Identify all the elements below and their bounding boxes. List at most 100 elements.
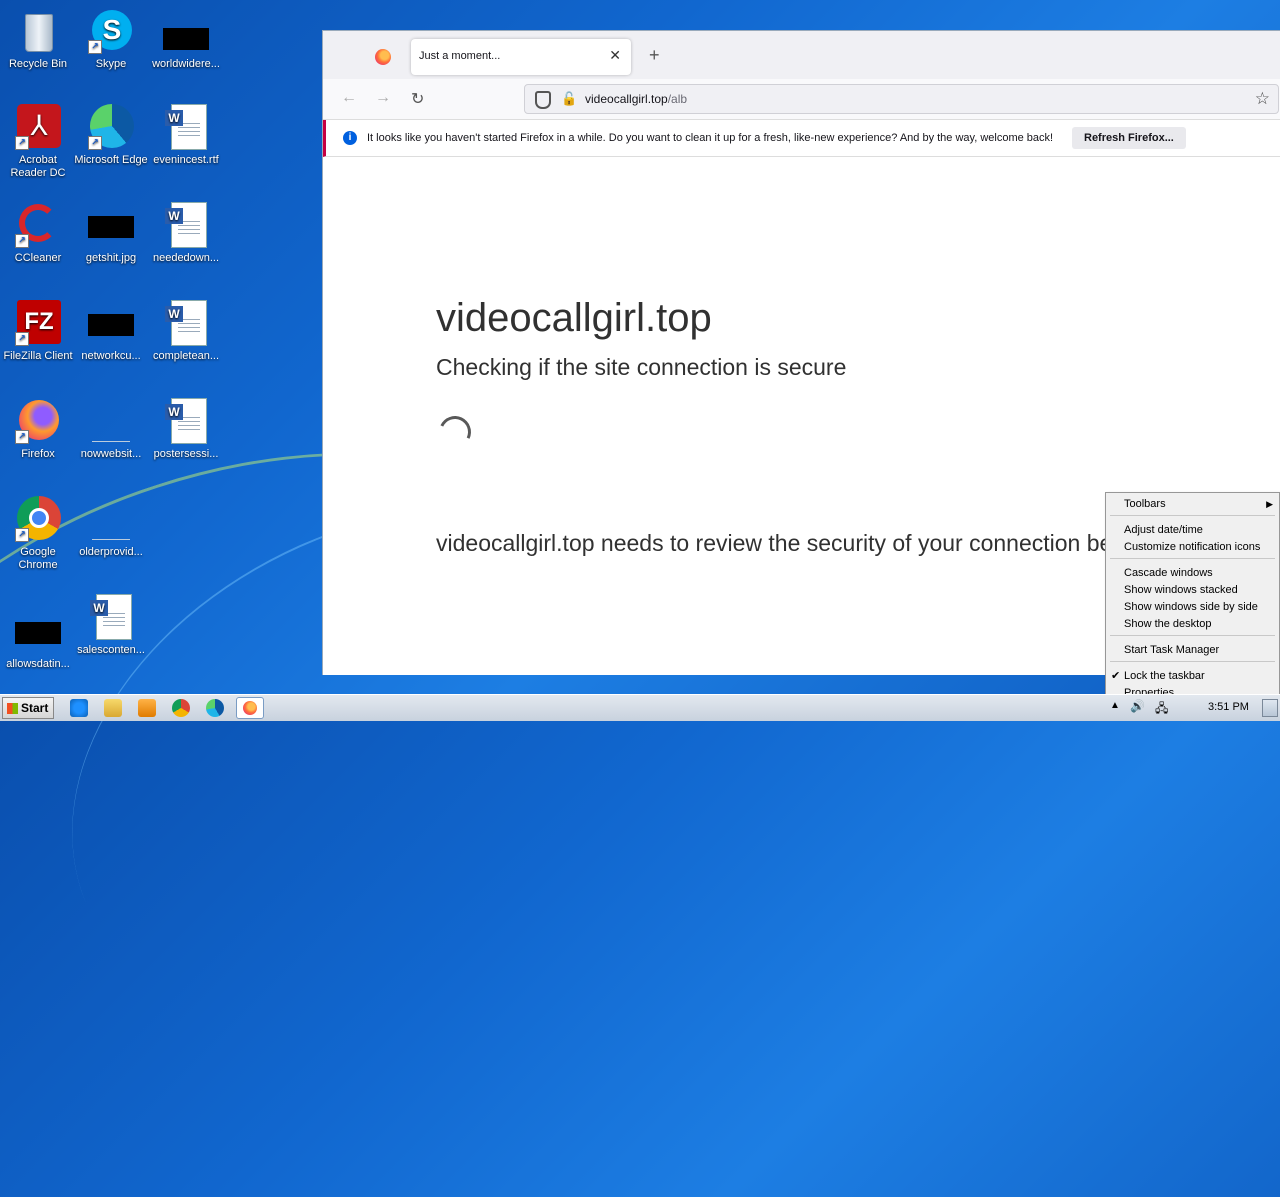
desktop-icon-salesconten[interactable]: W salesconten... — [73, 594, 149, 657]
volume-icon[interactable]: 🔊 — [1130, 699, 1145, 713]
menu-item-show-desktop[interactable]: Show the desktop — [1124, 618, 1211, 630]
word-doc-icon: W — [163, 300, 209, 346]
word-doc-icon: W — [163, 104, 209, 150]
notification-text: It looks like you haven't started Firefo… — [367, 132, 1054, 144]
reload-icon[interactable]: ↻ — [411, 89, 424, 109]
url-text: videocallgirl.top/alb — [585, 92, 687, 106]
menu-item-side-by-side[interactable]: Show windows side by side — [1124, 601, 1258, 613]
desktop-icon-networkcu[interactable]: networkcu... — [73, 300, 149, 363]
firefox-icon — [375, 49, 391, 65]
ie-icon[interactable] — [70, 699, 88, 717]
back-icon[interactable]: ← — [341, 89, 357, 107]
bookmark-star-icon[interactable]: ☆ — [1255, 89, 1270, 109]
word-doc-icon: W — [88, 594, 134, 640]
menu-separator — [1110, 558, 1275, 559]
network-icon[interactable]: 🖧 — [1155, 699, 1168, 720]
blank-file-icon — [88, 496, 134, 542]
desktop-icon-recycle-bin[interactable]: Recycle Bin — [0, 8, 76, 71]
desktop-icon-olderprovid[interactable]: olderprovid... — [73, 496, 149, 559]
tray-expand-icon[interactable]: ▲ — [1110, 700, 1120, 711]
url-bar[interactable]: 🔓 videocallgirl.top/alb ☆ — [524, 84, 1279, 114]
tab-title: Just a moment... — [419, 50, 501, 62]
edge-icon: ↗ — [88, 104, 134, 150]
file-thumbnail-icon — [163, 8, 209, 54]
menu-separator — [1110, 661, 1275, 662]
menu-item-toolbars[interactable]: Toolbars — [1124, 498, 1166, 510]
desktop-icon-ccleaner[interactable]: ↗ CCleaner — [0, 202, 76, 265]
file-thumbnail-icon — [15, 608, 61, 654]
explorer-icon[interactable] — [104, 699, 122, 717]
show-desktop-button[interactable] — [1262, 699, 1278, 717]
desktop-icon-nowwebsit[interactable]: nowwebsit... — [73, 398, 149, 461]
taskbar-firefox-button[interactable] — [236, 697, 264, 719]
taskbar-context-menu: Toolbars ▶ Adjust date/time Customize no… — [1105, 492, 1280, 704]
chrome-icon: ↗ — [15, 496, 61, 542]
desktop-icon-chrome[interactable]: ↗ Google Chrome — [0, 496, 76, 572]
desktop-icon-label: salesconten... — [77, 644, 145, 656]
menu-item-customize-icons[interactable]: Customize notification icons — [1124, 541, 1260, 553]
shield-icon[interactable] — [535, 91, 551, 109]
acrobat-icon: ⅄ ↗ — [15, 104, 61, 150]
desktop-icon-label: evenincest.rtf — [153, 154, 219, 166]
desktop-icon-completean[interactable]: W completean... — [148, 300, 224, 363]
word-doc-icon: W — [163, 398, 209, 444]
desktop-icon-label: postersessi... — [153, 448, 219, 460]
desktop-icon-label: olderprovid... — [79, 546, 143, 558]
desktop-icon-worldwidere[interactable]: worldwidere... — [148, 8, 224, 71]
desktop-icon-label: Google Chrome — [18, 546, 58, 571]
file-thumbnail-icon — [88, 300, 134, 346]
desktop-icon-label: Skype — [95, 58, 127, 70]
word-doc-icon: W — [163, 202, 209, 248]
desktop-icon-label: worldwidere... — [152, 58, 220, 70]
checkmark-icon: ✔ — [1111, 670, 1121, 682]
start-button[interactable]: Start — [2, 697, 54, 719]
loading-spinner-icon — [434, 411, 476, 453]
desktop-icon-getshit[interactable]: getshit.jpg — [73, 202, 149, 265]
menu-separator — [1110, 515, 1275, 516]
menu-item-lock-taskbar[interactable]: Lock the taskbar — [1124, 670, 1205, 682]
desktop-icon-label: nowwebsit... — [80, 448, 142, 460]
desktop-icon-edge[interactable]: ↗ Microsoft Edge — [73, 104, 149, 167]
chrome-icon[interactable] — [172, 699, 190, 717]
refresh-firefox-button[interactable]: Refresh Firefox... — [1072, 127, 1186, 149]
desktop-icon-allowsdating[interactable]: allowsdatin... — [0, 608, 76, 671]
desktop-icon-acrobat[interactable]: ⅄ ↗ Acrobat Reader DC — [0, 104, 76, 180]
desktop-icon-skype[interactable]: S ↗ Skype — [73, 8, 149, 71]
edge-icon[interactable] — [206, 699, 224, 717]
desktop-icon-label: getshit.jpg — [85, 252, 137, 264]
desktop-icon-neededown[interactable]: W neededown... — [148, 202, 224, 265]
notification-bar: i It looks like you haven't started Fire… — [323, 120, 1280, 157]
taskbar-clock[interactable]: 3:51 PM — [1208, 701, 1249, 713]
start-label: Start — [21, 701, 49, 715]
desktop-icon-evenincest[interactable]: W evenincest.rtf — [148, 104, 224, 167]
close-icon[interactable]: ✕ — [609, 47, 621, 64]
windows-logo-icon — [7, 703, 18, 715]
blank-file-icon — [88, 398, 134, 444]
menu-item-task-manager[interactable]: Start Task Manager — [1124, 644, 1219, 656]
menu-item-cascade[interactable]: Cascade windows — [1124, 567, 1213, 579]
ccleaner-icon: ↗ — [15, 202, 61, 248]
tab-bar: Just a moment... ✕ + — [323, 31, 1280, 79]
menu-item-stacked[interactable]: Show windows stacked — [1124, 584, 1238, 596]
filezilla-icon: FZ ↗ — [15, 300, 61, 346]
desktop-icon-firefox[interactable]: ↗ Firefox — [0, 398, 76, 461]
desktop-icon-label: FileZilla Client — [3, 350, 73, 362]
forward-icon[interactable]: → — [375, 89, 391, 107]
desktop-icon-label: networkcu... — [81, 350, 141, 362]
desktop-icon-label: Acrobat Reader DC — [10, 154, 66, 179]
menu-separator — [1110, 635, 1275, 636]
desktop-icon-label: completean... — [152, 350, 220, 362]
desktop-icon-filezilla[interactable]: FZ ↗ FileZilla Client — [0, 300, 76, 363]
url-host: videocallgirl.top — [585, 92, 668, 106]
recycle-bin-icon — [15, 8, 61, 54]
desktop-icon-label: Microsoft Edge — [74, 154, 148, 166]
desktop-icon-postersessi[interactable]: W postersessi... — [148, 398, 224, 461]
menu-item-adjust-datetime[interactable]: Adjust date/time — [1124, 524, 1203, 536]
desktop-icon-label: allowsdatin... — [6, 658, 70, 670]
media-player-icon[interactable] — [138, 699, 156, 717]
tab-active[interactable]: Just a moment... ✕ — [411, 39, 631, 75]
desktop-icon-label: neededown... — [152, 252, 220, 264]
taskbar: Start ▲ 🔊 🖧 3:51 PM — [0, 694, 1280, 721]
new-tab-icon[interactable]: + — [649, 45, 660, 66]
insecure-lock-icon[interactable]: 🔓 — [561, 91, 577, 107]
